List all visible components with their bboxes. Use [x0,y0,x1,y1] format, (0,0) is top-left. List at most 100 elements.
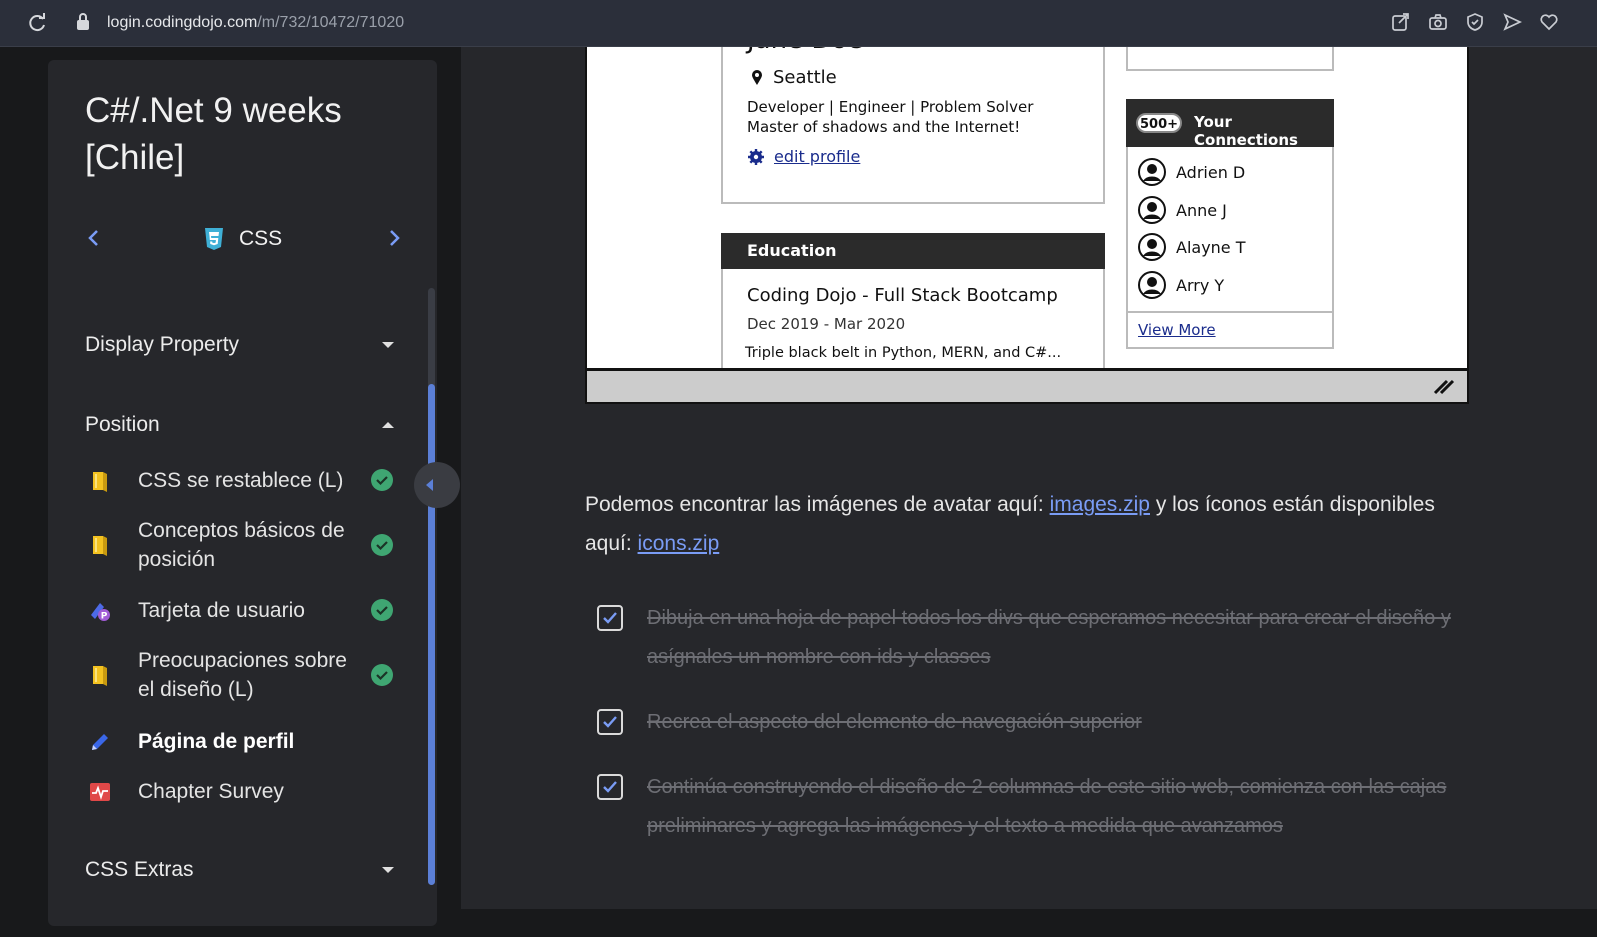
lesson-item[interactable]: Chapter Survey [88,777,398,806]
svg-text:P: P [101,611,108,621]
wf-connections-header: 500+ Your Connections [1126,99,1334,149]
url-path: /m/732/10472/71020 [257,14,405,31]
wf-profile-card: Jane Doe Seattle Developer | Engineer | … [721,47,1105,204]
avatar-icons-paragraph: Podemos encontrar las imágenes de avatar… [585,485,1485,563]
wf-location-text: Seattle [773,67,837,88]
course-title: C#/.Net 9 weeks [Chile] [85,91,342,177]
wf-education-header: Education [721,233,1105,269]
lesson-label: Preocupaciones sobre el diseño (L) [138,649,347,701]
share-icon[interactable] [1391,12,1411,32]
map-pin-icon [752,70,762,85]
wf-education-title: Coding Dojo - Full Stack Bootcamp [747,285,1058,306]
task-checkbox[interactable] [597,709,623,735]
gear-icon [748,148,764,165]
lesson-item-active[interactable]: Página de perfil [88,727,398,756]
course-sidebar: C#/.Net 9 weeks [Chile] CSS Display Prop… [48,60,437,926]
wf-connection-name: Arry Y [1176,275,1225,295]
wf-connection-row: Alayne T [1138,232,1246,262]
task-text: Continúa construyendo el diseño de 2 col… [647,776,1447,837]
browser-toolbar: login.codingdojo.com/m/732/10472/71020 [0,0,1597,47]
wf-education-dates: Dec 2019 - Mar 2020 [747,315,906,333]
wf-edit-link: edit profile [774,147,861,166]
lock-icon[interactable] [76,13,90,31]
extension-icons [1387,12,1597,34]
camera-icon[interactable] [1428,12,1448,32]
book-icon [93,471,107,492]
task-text: Dibuja en una hoja de papel todos los di… [647,607,1451,668]
lesson-label: Página de perfil [138,730,295,753]
caret-up-icon [382,422,394,428]
wf-name: Jane Doe [747,47,863,55]
check-circle-icon [371,599,393,621]
check-circle-icon [371,664,393,686]
chevron-left-icon[interactable] [84,226,104,250]
icons-zip-link[interactable]: icons.zip [638,532,720,555]
wf-top-box [1126,47,1334,71]
section-title: CSS Extras [85,858,194,881]
caret-down-icon [382,342,394,348]
chapter-label: CSS [203,224,282,254]
reload-icon[interactable] [28,13,48,33]
section-title: Display Property [85,333,240,356]
task-checkbox[interactable] [597,774,623,800]
main-content: Jane Doe Seattle Developer | Engineer | … [461,47,1597,909]
wf-view-more: View More [1138,321,1216,339]
wf-location: Seattle [751,67,837,88]
wf-connection-row: Anne J [1138,195,1227,225]
chapter-navigator: CSS [48,220,437,270]
user-avatar-icon [1138,196,1166,224]
lesson-item[interactable]: Conceptos básicos de posición [88,516,398,574]
sidebar-scrollbar-thumb[interactable] [428,384,435,885]
lesson-item[interactable]: CSS se restablece (L) [88,466,398,495]
user-avatar-icon [1138,158,1166,186]
collapse-sidebar-button[interactable] [414,462,460,508]
section-position[interactable]: Position [85,409,395,441]
lesson-label: Conceptos básicos de posición [138,519,345,571]
profile-wireframe-image: Jane Doe Seattle Developer | Engineer | … [585,47,1469,404]
survey-icon [90,782,110,801]
wf-education-desc: Triple black belt in Python, MERN, and C… [745,345,1062,361]
wf-connection-name: Alayne T [1176,237,1246,257]
shield-check-icon[interactable] [1465,12,1485,32]
lesson-item[interactable]: Preocupaciones sobre el diseño (L) [88,646,398,704]
wf-bio-line: Master of shadows and the Internet! [747,118,1021,136]
para-text: Podemos encontrar las imágenes de avatar… [585,493,1050,516]
section-display-property[interactable]: Display Property [85,329,395,361]
check-icon [603,781,617,793]
wf-connection-name: Anne J [1176,200,1227,220]
section-css-extras[interactable]: CSS Extras [85,854,395,886]
lesson-label: CSS se restablece (L) [138,469,344,492]
caret-down-icon [382,867,394,873]
resize-handle-icon [1433,379,1455,395]
chapter-name: CSS [239,227,283,250]
wf-edit-profile: edit profile [747,147,860,166]
wf-connection-row: Arry Y [1138,270,1224,300]
images-zip-link[interactable]: images.zip [1050,493,1150,516]
wf-bio-line: Developer | Engineer | Problem Solver [747,98,1034,116]
section-title: Position [85,413,160,436]
task-checkbox[interactable] [597,605,623,631]
book-icon [93,666,107,686]
wf-connection-name: Adrien D [1176,162,1246,182]
user-avatar-icon [1138,233,1166,261]
wf-connections-card: 500+ Your Connections Adrien D Anne J Al… [1126,99,1334,349]
check-icon [603,612,617,624]
chevron-left-icon [426,479,433,491]
wf-connections-title: Your Connections [1194,113,1298,149]
wf-bio: Developer | Engineer | Problem Solver Ma… [747,97,1033,137]
check-icon [603,716,617,728]
css3-icon [205,228,223,250]
wf-view-more-row: View More [1128,313,1332,347]
send-icon[interactable] [1502,12,1522,32]
pencil-icon [92,733,108,750]
lesson-label: Chapter Survey [138,780,284,803]
wf-education-card: Education Coding Dojo - Full Stack Bootc… [721,233,1105,373]
wf-connection-row: Adrien D [1138,157,1245,187]
heart-icon[interactable] [1539,12,1559,32]
chevron-right-icon[interactable] [384,226,404,250]
address-bar[interactable]: login.codingdojo.com/m/732/10472/71020 [107,14,404,32]
lesson-item[interactable]: P Tarjeta de usuario [88,596,398,625]
wf-scrollbar-strip [587,368,1467,402]
project-icon: P [91,602,110,621]
url-domain: login.codingdojo.com [107,14,258,31]
